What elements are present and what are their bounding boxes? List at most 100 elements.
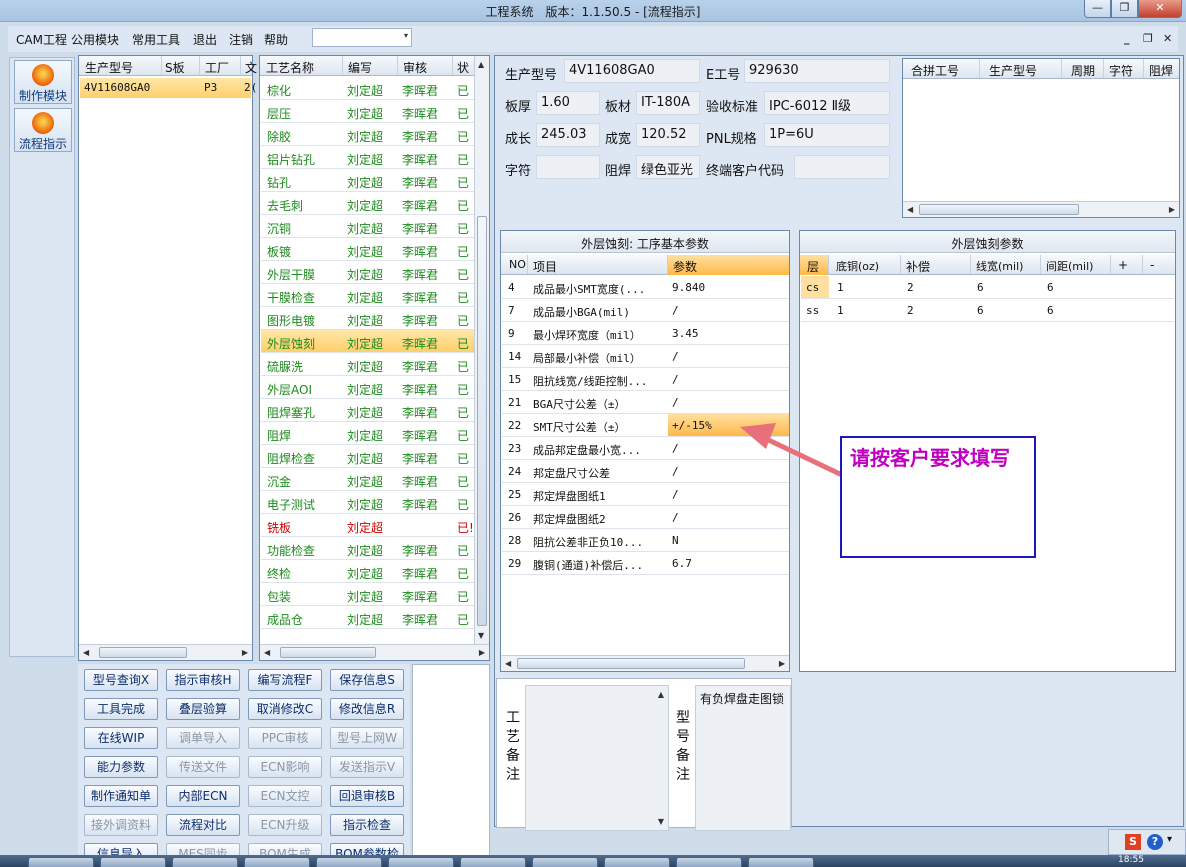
mdi-close-button[interactable]: ✕	[1163, 32, 1172, 45]
solder-mask-field[interactable]: 绿色亚光	[636, 155, 700, 179]
process-note-textarea[interactable]: ▲ ▼	[525, 685, 669, 831]
help-icon[interactable]: ?	[1147, 834, 1163, 850]
table-row[interactable]: 28 阻抗公差非正负10... N	[502, 529, 789, 552]
param-value-cell[interactable]: /	[668, 506, 789, 528]
table-row[interactable]: 终检 刘定超 李晖君 已	[261, 560, 475, 583]
table-row[interactable]: 包装 刘定超 李晖君 已	[261, 583, 475, 606]
make-module-button[interactable]: 制作模块	[14, 60, 72, 104]
table-row[interactable]: 21 BGA尺寸公差（±） /	[502, 391, 789, 414]
table-row[interactable]: 去毛刺 刘定超 李晖君 已	[261, 192, 475, 215]
col-merge-eno[interactable]: 合拼工号	[911, 62, 959, 79]
taskbar-item[interactable]	[604, 857, 670, 867]
col-compensation[interactable]: 补偿	[906, 258, 930, 275]
table-row[interactable]: 26 邦定焊盘图纸2 /	[502, 506, 789, 529]
table-row[interactable]: 棕化 刘定超 李晖君 已	[261, 77, 475, 100]
table-row[interactable]: cs 1 2 6 6	[801, 276, 1174, 299]
menu-exit[interactable]: 退出	[193, 31, 217, 48]
col-process-name[interactable]: 工艺名称	[266, 59, 314, 76]
menu-cam[interactable]: CAM工程	[16, 31, 67, 48]
chevron-down-icon[interactable]: ▾	[1167, 834, 1172, 845]
function-button-3-3[interactable]: 发送指示V	[330, 756, 404, 778]
standard-field[interactable]: IPC-6012 Ⅱ级	[764, 91, 890, 115]
table-row[interactable]: 硫脲洗 刘定超 李晖君 已	[261, 353, 475, 376]
thickness-field[interactable]: 1.60	[536, 91, 600, 115]
table-row[interactable]: 阻焊 刘定超 李晖君 已	[261, 422, 475, 445]
customer-code-field[interactable]	[794, 155, 890, 179]
col-item[interactable]: 项目	[533, 258, 557, 275]
table-row[interactable]: 钻孔 刘定超 李晖君 已	[261, 169, 475, 192]
function-button-5-2[interactable]: ECN升级	[248, 814, 322, 836]
function-button-0-2[interactable]: 编写流程F	[248, 669, 322, 691]
param-value-cell[interactable]: /	[668, 345, 789, 367]
param-value-cell[interactable]: 6.7	[668, 552, 789, 574]
function-button-4-2[interactable]: ECN文控	[248, 785, 322, 807]
table-row[interactable]: 15 阻抗线宽/线距控制... /	[502, 368, 789, 391]
col-more[interactable]: 文	[245, 59, 257, 76]
col-no[interactable]: NO	[509, 258, 526, 271]
pnl-field[interactable]: 1P=6U	[764, 123, 890, 147]
table-row[interactable]: 板镀 刘定超 李晖君 已	[261, 238, 475, 261]
function-button-5-3[interactable]: 指示检查	[330, 814, 404, 836]
table-row[interactable]: 功能检查 刘定超 李晖君 已	[261, 537, 475, 560]
table-row[interactable]: 电子测试 刘定超 李晖君 已	[261, 491, 475, 514]
function-button-4-3[interactable]: 回退审核B	[330, 785, 404, 807]
scroll-thumb[interactable]	[280, 647, 376, 658]
col-writer[interactable]: 编写	[348, 59, 372, 76]
table-row[interactable]: 干膜检查 刘定超 李晖君 已	[261, 284, 475, 307]
function-button-0-3[interactable]: 保存信息S	[330, 669, 404, 691]
function-button-3-2[interactable]: ECN影响	[248, 756, 322, 778]
table-row[interactable]: 阻焊检查 刘定超 李晖君 已	[261, 445, 475, 468]
taskbar-item[interactable]	[244, 857, 310, 867]
function-button-0-0[interactable]: 型号查询X	[84, 669, 158, 691]
model-note-textarea[interactable]: 有负焊盘走图锁	[695, 685, 791, 831]
function-button-1-2[interactable]: 取消修改C	[248, 698, 322, 720]
taskbar-item[interactable]	[748, 857, 814, 867]
minimize-button[interactable]: —	[1084, 0, 1111, 18]
col-merge-cycle[interactable]: 周期	[1071, 62, 1095, 79]
col-merge-model[interactable]: 生产型号	[989, 62, 1037, 79]
taskbar-item[interactable]	[460, 857, 526, 867]
param-value-cell[interactable]: 3.45	[668, 322, 789, 344]
table-row[interactable]: 29 腹铜(通道)补偿后... 6.7	[502, 552, 789, 575]
vertical-scrollbar[interactable]: ▲ ▼	[474, 56, 489, 644]
col-merge-mask[interactable]: 阻焊	[1149, 62, 1173, 79]
close-button[interactable]: ✕	[1138, 0, 1182, 18]
col-s-board[interactable]: S板	[165, 59, 185, 76]
taskbar-item[interactable]	[100, 857, 166, 867]
taskbar-item[interactable]	[532, 857, 598, 867]
col-spacing[interactable]: 间距(mil)	[1046, 258, 1093, 274]
taskbar-item[interactable]	[316, 857, 382, 867]
table-row[interactable]: 7 成品最小BGA(mil) /	[502, 299, 789, 322]
add-row-button[interactable]: +	[1118, 258, 1128, 272]
col-param[interactable]: 参数	[673, 258, 697, 275]
table-row[interactable]: 9 最小焊环宽度（mil） 3.45	[502, 322, 789, 345]
function-button-3-1[interactable]: 传送文件	[166, 756, 240, 778]
col-line-width[interactable]: 线宽(mil)	[976, 258, 1023, 274]
function-button-5-0[interactable]: 接外调资料	[84, 814, 158, 836]
param-value-cell[interactable]: /	[668, 368, 789, 390]
col-layer[interactable]: 层	[807, 258, 819, 275]
menu-common-tools[interactable]: 常用工具	[132, 31, 180, 48]
material-field[interactable]: IT-180A	[636, 91, 700, 115]
param-value-cell[interactable]: /	[668, 299, 789, 321]
function-button-4-1[interactable]: 内部ECN	[166, 785, 240, 807]
menu-combo-box[interactable]: ▾	[312, 28, 412, 47]
col-model[interactable]: 生产型号	[85, 59, 133, 76]
table-row[interactable]: 沉金 刘定超 李晖君 已	[261, 468, 475, 491]
function-button-5-1[interactable]: 流程对比	[166, 814, 240, 836]
table-row[interactable]: ss 1 2 6 6	[801, 299, 1174, 322]
table-row[interactable]: 铝片钻孔 刘定超 李晖君 已	[261, 146, 475, 169]
table-row[interactable]: 外层蚀刻 刘定超 李晖君 已	[261, 330, 475, 353]
table-row[interactable]: 层压 刘定超 李晖君 已	[261, 100, 475, 123]
col-status[interactable]: 状	[457, 59, 469, 76]
menu-common-module[interactable]: 公用模块	[71, 31, 119, 48]
horizontal-scrollbar[interactable]: ◀ ▶	[260, 644, 489, 660]
function-button-2-1[interactable]: 调单导入	[166, 727, 240, 749]
menu-logout[interactable]: 注销	[229, 31, 253, 48]
menu-help[interactable]: 帮助	[264, 31, 288, 48]
horizontal-scrollbar[interactable]: ◀ ▶	[501, 655, 789, 671]
table-row[interactable]: 14 局部最小补偿（mil） /	[502, 345, 789, 368]
input-method-icon[interactable]: S	[1125, 834, 1141, 850]
taskbar-item[interactable]	[676, 857, 742, 867]
table-row[interactable]: 4V11608GA0 P3 2(	[80, 78, 257, 98]
